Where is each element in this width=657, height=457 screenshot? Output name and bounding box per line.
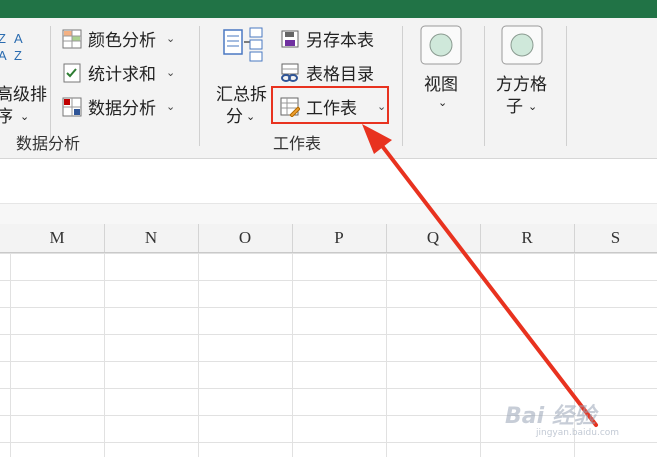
summary-split-button[interactable]: 汇总拆 分 ⌄ [212, 26, 272, 127]
checklist-icon [62, 63, 82, 83]
advanced-sort-button[interactable]: Z A A Z 高级排 序 ⌄ [0, 26, 47, 127]
summary-split-label-line2: 分 [226, 107, 243, 127]
save-sheet-as-label: 另存本表 [306, 31, 374, 51]
save-sheet-as-button[interactable]: 另存本表 [280, 26, 374, 51]
watermark-url: jingyan.baidu.com [536, 428, 620, 438]
title-bar [0, 0, 657, 18]
svg-text:A: A [0, 48, 7, 63]
spacer-bar [0, 203, 657, 225]
table-of-contents-label: 表格目录 [306, 65, 374, 85]
group-separator [484, 26, 485, 146]
table-analysis-icon [62, 97, 82, 117]
advanced-sort-label-line2: 序 [0, 107, 13, 127]
sort-az-icon: Z A A Z [0, 28, 36, 64]
fangfang-label-line1: 方方格 [496, 75, 547, 95]
column-header-s[interactable]: S [574, 224, 657, 252]
chevron-down-icon: ⌄ [20, 110, 30, 123]
fangfang-label-line2: 子 [506, 97, 523, 117]
svg-text:Z: Z [0, 31, 6, 46]
group-separator [199, 26, 200, 146]
chevron-down-icon: ⌄ [438, 96, 448, 109]
view-label: 视图 [424, 75, 458, 95]
column-headers: M N O P Q R S [0, 224, 657, 253]
grid-line [104, 253, 105, 457]
svg-text:A: A [14, 31, 23, 46]
grid-line [198, 253, 199, 457]
grid-line [292, 253, 293, 457]
color-analysis-button[interactable]: 颜色分析 ⌄ [62, 26, 175, 51]
svg-text:Z: Z [14, 48, 22, 63]
view-button[interactable]: 视图 ⌄ [416, 24, 470, 124]
window-title [60, 2, 320, 10]
group-separator [402, 26, 403, 146]
chevron-down-icon: ⌄ [166, 32, 176, 45]
summary-split-label-line1: 汇总拆 [216, 85, 267, 105]
chevron-down-icon: ⌄ [166, 100, 176, 113]
grid-line [10, 253, 11, 457]
view-icon [419, 24, 465, 68]
worksheet-group-label: 工作表 [273, 134, 322, 153]
data-analysis-button[interactable]: 数据分析 ⌄ [62, 94, 175, 119]
group-separator [566, 26, 567, 146]
color-analysis-label: 颜色分析 [88, 31, 156, 51]
grid-line [386, 253, 387, 457]
group-separator [50, 26, 51, 146]
data-analysis-group-label: 数据分析 [16, 134, 81, 153]
save-disk-icon [280, 29, 300, 49]
chevron-down-icon: ⌄ [528, 100, 538, 113]
color-grid-icon [62, 29, 82, 49]
chevron-down-icon: ⌄ [166, 66, 176, 79]
chevron-down-icon: ⌄ [246, 110, 256, 123]
table-of-contents-button[interactable]: 表格目录 [280, 60, 374, 85]
highlight-box [271, 86, 389, 124]
fangfang-button[interactable]: 方方格 子 ⌄ [494, 24, 558, 124]
advanced-sort-label-line1: 高级排 [0, 85, 47, 105]
sum-stats-button[interactable]: 统计求和 ⌄ [62, 60, 175, 85]
formula-area [0, 159, 657, 203]
column-header-p[interactable]: P [292, 224, 387, 252]
link-table-icon [280, 63, 300, 83]
column-header-o[interactable]: O [198, 224, 293, 252]
data-analysis-label: 数据分析 [88, 99, 156, 119]
watermark: Bai 经验 [505, 404, 596, 429]
fangfang-icon [500, 24, 546, 68]
grid-line [480, 253, 481, 457]
column-header-n[interactable]: N [104, 224, 199, 252]
column-header-r[interactable]: R [480, 224, 575, 252]
column-header-q[interactable]: Q [386, 224, 481, 252]
summary-split-icon [220, 26, 266, 72]
column-header-m[interactable]: M [10, 224, 105, 252]
sum-stats-label: 统计求和 [88, 65, 156, 85]
